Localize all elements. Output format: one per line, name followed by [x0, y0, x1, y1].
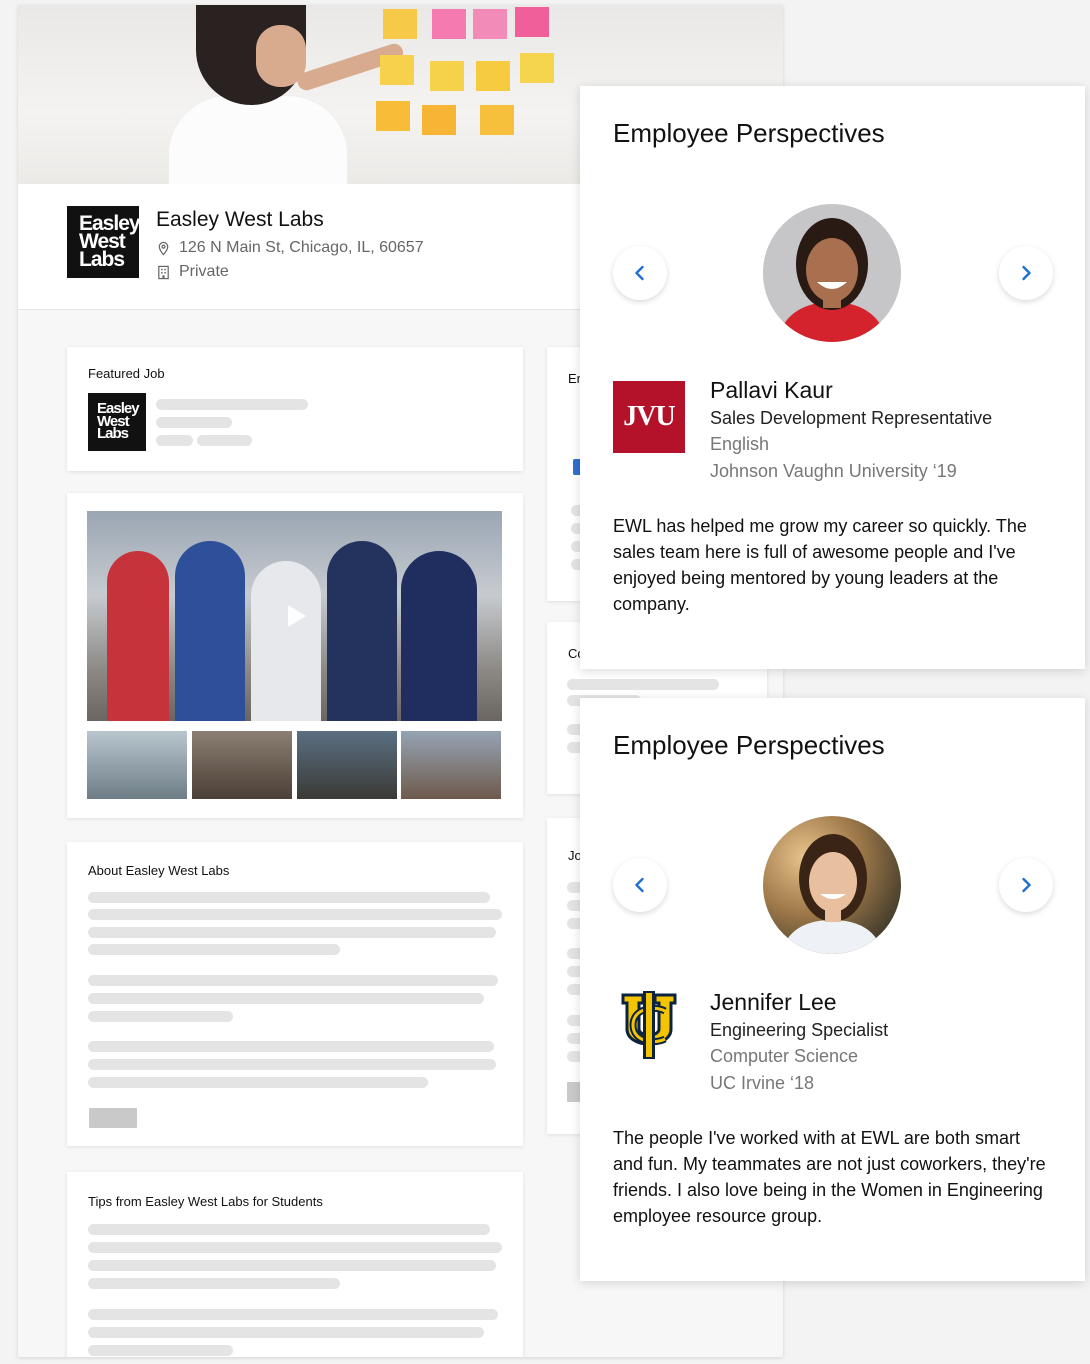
skeleton-line — [156, 417, 232, 428]
skeleton-line — [88, 892, 490, 903]
featured-job-title: Featured Job — [88, 366, 165, 381]
skeleton-line — [88, 1309, 498, 1320]
chevron-left-icon — [635, 265, 644, 281]
employee-role: Engineering Specialist — [710, 1020, 889, 1040]
company-type: Private — [156, 263, 229, 281]
portrait-photo — [763, 204, 901, 342]
skeleton-line — [88, 1077, 428, 1088]
school-logo — [613, 989, 685, 1061]
employee-perspective-card: Employee Perspectives JVU Pallavi Kaur S… — [580, 86, 1085, 669]
featured-job-card[interactable]: Featured Job Easley West Labs — [67, 347, 523, 471]
employee-perspective-card: Employee Perspectives Jennifer Lee Engin… — [580, 698, 1085, 1281]
chevron-left-icon — [635, 877, 644, 893]
skeleton-line — [156, 435, 193, 446]
employee-school: Johnson Vaughn University ‘19 — [710, 461, 957, 481]
map-pin-icon — [158, 241, 169, 256]
avatar — [763, 204, 901, 342]
featured-job-logo: Easley West Labs — [88, 393, 146, 451]
employee-school: UC Irvine ‘18 — [710, 1073, 815, 1093]
building-icon — [158, 265, 169, 279]
skeleton-line — [567, 679, 719, 690]
skeleton-line — [88, 1242, 502, 1253]
gallery-thumbnail[interactable] — [297, 731, 397, 799]
skeleton-line — [88, 975, 498, 986]
skeleton-line — [88, 1041, 494, 1052]
uci-logo-icon — [621, 991, 677, 1059]
skeleton-line — [88, 1278, 340, 1289]
read-more-placeholder[interactable] — [89, 1108, 137, 1128]
prev-button[interactable] — [613, 858, 667, 912]
chevron-right-icon — [1022, 877, 1031, 893]
skeleton-line — [88, 993, 484, 1004]
skeleton-line — [88, 1011, 233, 1022]
skeleton-line — [88, 1224, 490, 1235]
skeleton-line — [88, 1059, 496, 1070]
prev-button[interactable] — [613, 246, 667, 300]
company-name: Easley West Labs — [156, 208, 324, 231]
skeleton-line — [197, 435, 252, 446]
media-gallery-card — [67, 493, 523, 818]
skeleton-line — [88, 1327, 484, 1338]
portrait-photo — [763, 816, 901, 954]
perspective-title: Employee Perspectives — [613, 730, 885, 760]
company-logo: Easley West Labs — [67, 206, 141, 278]
employee-quote: The people I've worked with at EWL are b… — [613, 1128, 1046, 1226]
tips-title: Tips from Easley West Labs for Students — [88, 1194, 323, 1209]
skeleton-line — [88, 944, 340, 955]
employee-quote: EWL has helped me grow my career so quic… — [613, 516, 1027, 614]
skeleton-line — [156, 399, 308, 410]
employee-role: Sales Development Representative — [710, 408, 993, 428]
chevron-right-icon — [1022, 265, 1031, 281]
play-icon[interactable] — [280, 601, 310, 631]
skeleton-line — [88, 927, 496, 938]
tips-card: Tips from Easley West Labs for Students — [67, 1172, 523, 1357]
skeleton-line — [88, 1260, 496, 1271]
next-button[interactable] — [999, 246, 1053, 300]
company-address: 126 N Main St, Chicago, IL, 60657 — [156, 239, 424, 257]
about-card: About Easley West Labs — [67, 842, 523, 1146]
skeleton-line — [88, 909, 502, 920]
perspective-title: Employee Perspectives — [613, 118, 885, 148]
avatar — [763, 816, 901, 954]
company-video[interactable] — [87, 511, 502, 721]
skeleton-line — [88, 1345, 233, 1356]
gallery-thumbnail[interactable] — [87, 731, 187, 799]
employee-major: English — [710, 434, 770, 454]
employee-name: Jennifer Lee — [710, 989, 837, 1015]
employee-major: Computer Science — [710, 1046, 859, 1066]
next-button[interactable] — [999, 858, 1053, 912]
gallery-thumbnail[interactable] — [401, 731, 501, 799]
about-title: About Easley West Labs — [88, 863, 230, 878]
gallery-thumbnail[interactable] — [192, 731, 292, 799]
school-logo: JVU — [613, 381, 685, 453]
employee-name: Pallavi Kaur — [710, 377, 833, 403]
